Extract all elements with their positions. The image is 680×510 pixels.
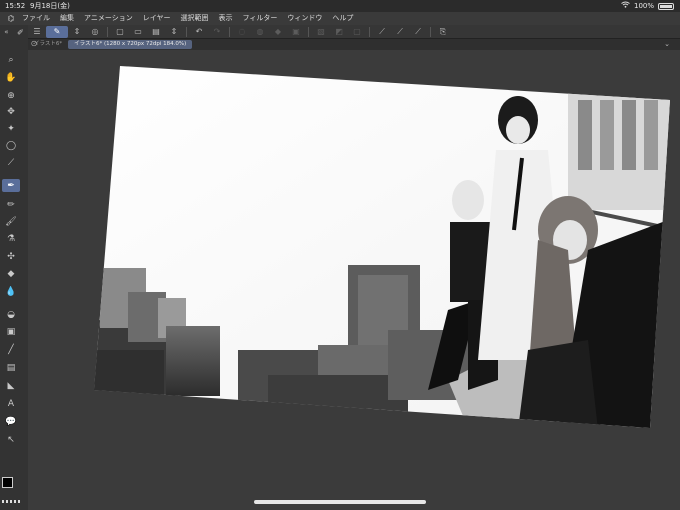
special-ruler-snap-icon[interactable]: ⟋ — [391, 26, 409, 38]
home-indicator — [254, 500, 426, 504]
ruler-icon[interactable]: ◣ — [4, 379, 18, 392]
status-date: 9月18日(金) — [30, 2, 70, 10]
invert-selection-icon[interactable]: ◩ — [330, 26, 348, 38]
zoom-in-icon[interactable]: ⊕ — [4, 89, 18, 102]
panel-toggle: « ✐ — [0, 25, 28, 39]
gradient-icon[interactable]: ▣ — [4, 325, 18, 338]
status-right: 100% — [621, 0, 674, 12]
move-icon[interactable]: ✥ — [4, 105, 18, 118]
brush-icon[interactable]: ✐ — [17, 28, 24, 37]
ruler-snap-icon[interactable]: ⟋ — [373, 26, 391, 38]
figure-icon[interactable]: ╱ — [4, 343, 18, 356]
menu-animation[interactable]: アニメーション — [84, 12, 133, 25]
brush-tool-icon[interactable]: 🖌 — [4, 215, 18, 228]
decoration-icon[interactable]: ✣ — [4, 250, 18, 263]
undo-icon[interactable]: ↶ — [190, 26, 208, 38]
eraser-icon[interactable]: ◆ — [4, 267, 18, 280]
blend-icon[interactable]: 💧 — [4, 285, 18, 298]
tool-panel: « ✐ ⌕ ✋ ⊕ ✥ ✦ ◯ ⟋ ✒ ✏ 🖌 ⚗ ✣ ◆ 💧 ◒ ▣ ╱ ▤ … — [0, 25, 38, 510]
wifi-icon — [621, 0, 630, 12]
lasso-icon[interactable]: ◯ — [4, 139, 18, 152]
zoom-icon[interactable]: ⌕ — [4, 53, 18, 66]
menu-window[interactable]: ウィンドウ — [287, 12, 322, 25]
menu-help[interactable]: ヘルプ — [332, 12, 353, 25]
hand-icon[interactable]: ✋ — [4, 71, 18, 84]
document-tabs: イラスト6* イラスト6* (1280 x 720px 72dpi 184.0%… — [28, 39, 680, 50]
menu-icon[interactable]: ☰ — [28, 26, 46, 38]
save-options-icon[interactable]: ⇕ — [165, 26, 183, 38]
menu-file[interactable]: ファイル — [22, 12, 50, 25]
selection-launcher-icon[interactable]: ▢ — [348, 26, 366, 38]
clip-studio-icon[interactable]: ◎ — [86, 26, 104, 38]
grid-snap-icon[interactable]: ⟋ — [409, 26, 427, 38]
text-icon[interactable]: A — [4, 397, 18, 410]
status-bar: 15:52 9月18日(金) 100% — [0, 0, 680, 12]
auto-select-icon[interactable]: ✦ — [4, 122, 18, 135]
chevron-down-icon[interactable]: ⌄ — [664, 39, 670, 50]
transform-icon[interactable]: ▣ — [287, 26, 305, 38]
deselect-icon[interactable]: ▧ — [312, 26, 330, 38]
redo-icon[interactable]: ↷ — [208, 26, 226, 38]
canvas-workspace[interactable] — [28, 50, 680, 510]
battery-icon — [658, 2, 674, 10]
save-icon[interactable]: ▤ — [147, 26, 165, 38]
clear-outside-icon[interactable]: ◍ — [251, 26, 269, 38]
app-logo-icon[interactable]: ⌬ — [0, 12, 22, 25]
menu-layer[interactable]: レイヤー — [143, 12, 171, 25]
companion-mode-icon[interactable]: ⎘ — [434, 26, 452, 38]
menu-selection[interactable]: 選択範囲 — [181, 12, 209, 25]
fill-icon[interactable]: ◆ — [269, 26, 287, 38]
pen-icon[interactable]: ✒ — [2, 179, 20, 192]
menu-edit[interactable]: 編集 — [60, 12, 74, 25]
pencil-icon[interactable]: ✏ — [4, 198, 18, 211]
correct-line-icon[interactable]: ↖ — [4, 433, 18, 446]
stepper-icon[interactable]: ⇕ — [68, 26, 86, 38]
canvas-illustration[interactable] — [28, 50, 680, 510]
balloon-icon[interactable]: 💬 — [4, 415, 18, 428]
quick-access-icon[interactable]: ✎ — [46, 25, 68, 38]
fill-bucket-icon[interactable]: ◒ — [4, 308, 18, 321]
command-bar: ☰ ✎ ⇕ ◎ ▢ ▭ ▤ ⇕ ↶ ↷ ◌ ◍ ◆ ▣ ▧ ◩ ▢ ⟋ ⟋ ⟋ … — [28, 25, 680, 39]
erase-selection-icon[interactable]: ◌ — [233, 26, 251, 38]
menu-filter[interactable]: フィルター — [243, 12, 278, 25]
menu-view[interactable]: 表示 — [219, 12, 233, 25]
eyedropper-icon[interactable]: ⟋ — [4, 156, 18, 169]
main-color-swatch[interactable] — [2, 477, 13, 488]
transparent-color-toggle[interactable] — [2, 500, 20, 503]
open-folder-icon[interactable]: ▭ — [129, 26, 147, 38]
double-chevron-left-icon[interactable]: « — [4, 28, 8, 36]
new-file-icon[interactable]: ▢ — [111, 26, 129, 38]
color-swatches[interactable] — [2, 477, 18, 493]
battery-percent: 100% — [633, 2, 654, 10]
airbrush-icon[interactable]: ⚗ — [4, 232, 18, 245]
frame-border-icon[interactable]: ▤ — [4, 361, 18, 374]
menu-bar: ⌬ ファイル 編集 アニメーション レイヤー 選択範囲 表示 フィルター ウィン… — [0, 12, 680, 25]
status-time: 15:52 — [5, 2, 26, 10]
subtool-zoom-icon[interactable]: ⊙ — [25, 37, 43, 50]
tab-illustration-active[interactable]: イラスト6* (1280 x 720px 72dpi 184.0%) — [68, 40, 193, 49]
